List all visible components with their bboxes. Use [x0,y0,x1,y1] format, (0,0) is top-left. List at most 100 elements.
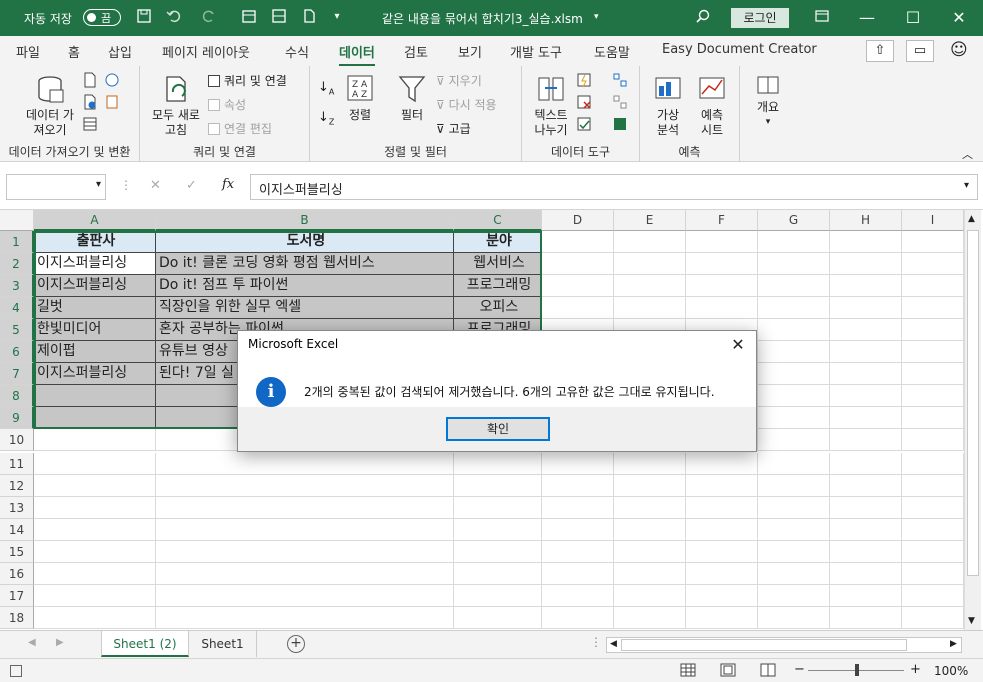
formula-input[interactable]: 이지스퍼블리싱 [250,174,978,200]
redo-icon[interactable] [200,8,218,26]
grid-cell[interactable] [454,519,542,541]
reapply-button[interactable]: ⊽ 다시 적용 [436,96,497,113]
row-header[interactable]: 4 [0,297,34,319]
select-all-corner[interactable] [0,210,34,231]
new-file-icon[interactable] [300,8,318,26]
grid-cell[interactable] [758,385,830,407]
grid-cell[interactable] [830,341,902,363]
grid-cell[interactable] [830,563,902,585]
active-cell[interactable]: 이지스퍼블리싱 [34,253,156,275]
row-header[interactable]: 8 [0,385,34,407]
grid-cell[interactable] [758,475,830,497]
grid-cell[interactable] [542,453,614,475]
row-header[interactable]: 6 [0,341,34,363]
grid-cell[interactable] [34,585,156,607]
sort-desc-icon[interactable]: ↓Z [318,110,334,127]
what-if-button[interactable]: 가상 분석 [648,74,688,138]
col-header-a[interactable]: A [34,210,156,231]
grid-cell[interactable] [830,541,902,563]
row-header[interactable]: 10 [0,429,34,451]
grid-cell[interactable] [758,341,830,363]
horizontal-scroll-thumb[interactable] [621,639,907,651]
grid-cell[interactable] [454,475,542,497]
grid-cell[interactable]: 웹서비스 [454,253,542,275]
grid-cell[interactable] [686,585,758,607]
grid-cell[interactable] [156,453,454,475]
grid-cell[interactable] [830,497,902,519]
grid-cell[interactable] [686,297,758,319]
zoom-in-icon[interactable]: + [910,662,921,677]
form-icon[interactable] [240,8,258,26]
grid-cell[interactable]: 이지스퍼블리싱 [34,363,156,385]
grid-cell[interactable] [542,231,614,253]
tab-review[interactable]: 검토 [404,42,428,61]
grid-cell[interactable] [542,563,614,585]
cancel-entry-icon[interactable]: ✕ [150,178,161,193]
grid-cell[interactable] [614,607,686,629]
share-icon[interactable]: ⇧ [866,40,894,62]
qat-dropdown-icon[interactable]: ▾ [328,8,346,26]
page-break-view-icon[interactable] [760,663,776,680]
tab-view[interactable]: 보기 [458,42,482,61]
grid-cell[interactable]: 한빛미디어 [34,319,156,341]
grid-cell[interactable] [758,319,830,341]
prev-sheet-icon[interactable]: ◀ [28,637,36,648]
name-box-dropdown-icon[interactable]: ▾ [96,179,101,190]
col-header-c[interactable]: C [454,210,542,231]
data-model-icon[interactable] [612,116,628,135]
refresh-all-button[interactable]: 모두 새로 고침 [146,74,206,138]
forecast-sheet-button[interactable]: 예측 시트 [692,74,732,138]
tab-data[interactable]: 데이터 [339,42,375,67]
grid-cell[interactable] [758,297,830,319]
grid-cell[interactable] [454,607,542,629]
grid-cell[interactable] [156,475,454,497]
data-validation-icon[interactable] [576,116,592,135]
maximize-button[interactable]: ☐ [890,0,936,36]
grid-cell[interactable] [614,541,686,563]
grid-cell[interactable] [830,519,902,541]
grid-cell[interactable] [686,475,758,497]
grid-cell[interactable] [830,453,902,475]
col-header-f[interactable]: F [686,210,758,231]
grid-cell[interactable] [686,253,758,275]
grid-cell[interactable] [686,497,758,519]
horizontal-scrollbar[interactable]: ◀ ▶ [606,637,962,653]
grid-cell[interactable] [902,253,964,275]
grid-cell[interactable] [686,519,758,541]
grid-cell[interactable] [902,297,964,319]
grid-cell[interactable] [34,385,156,407]
row-header[interactable]: 7 [0,363,34,385]
grid-cell[interactable] [614,519,686,541]
grid-cell[interactable] [686,563,758,585]
grid-cell[interactable]: 출판사 [34,231,156,253]
grid-cell[interactable] [614,497,686,519]
grid-cell[interactable] [758,275,830,297]
grid-cell[interactable] [686,541,758,563]
grid-cell[interactable] [902,497,964,519]
grid-cell[interactable] [34,407,156,429]
grid-cell[interactable] [34,497,156,519]
scroll-right-icon[interactable]: ▶ [950,639,957,649]
sort-asc-icon[interactable]: ↓A [318,80,334,97]
grid-cell[interactable] [902,275,964,297]
grid-cell[interactable] [454,585,542,607]
grid-cell[interactable] [686,607,758,629]
row-header[interactable]: 9 [0,407,34,429]
from-web-icon[interactable] [82,94,98,113]
grid-cell[interactable] [156,585,454,607]
grid-cell[interactable] [542,519,614,541]
grid-cell[interactable]: Do it! 점프 투 파이썬 [156,275,454,297]
grid-cell[interactable] [542,275,614,297]
text-to-columns-button[interactable]: 텍스트 나누기 [528,74,574,138]
next-sheet-icon[interactable]: ▶ [56,637,64,648]
col-header-h[interactable]: H [830,210,902,231]
row-header[interactable]: 12 [0,475,34,497]
grid-cell[interactable] [542,297,614,319]
grid-cell[interactable]: 직장인을 위한 실무 엑셀 [156,297,454,319]
tab-page-layout[interactable]: 페이지 레이아웃 [162,42,250,61]
grid-cell[interactable]: 길벗 [34,297,156,319]
save-icon[interactable] [135,8,153,26]
get-data-button[interactable]: 데이터 가 져오기 [18,74,82,138]
sheet-tab-sheet1-2[interactable]: Sheet1 (2) [101,631,189,657]
from-text-icon[interactable] [82,72,98,91]
